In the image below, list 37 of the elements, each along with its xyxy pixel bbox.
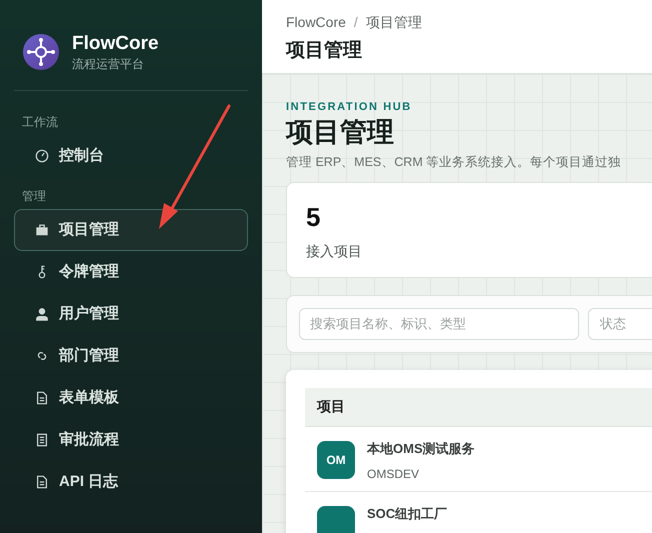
project-name[interactable]: 本地OMS测试服务	[367, 440, 475, 457]
brand-subtitle: 流程运营平台	[72, 56, 145, 72]
project-name[interactable]: SOC纽扣工厂	[367, 506, 448, 522]
nav-item[interactable]: 部门管理	[14, 335, 248, 377]
page-description: 管理 ERP、MES、CRM 等业务系统接入。每个项目通过独	[286, 154, 622, 171]
section-title: 工作流	[21, 114, 59, 131]
breadcrumb-link[interactable]: FlowCore	[286, 12, 346, 33]
logo-icon	[23, 34, 59, 70]
brand-name: FlowCore	[72, 32, 159, 56]
nav-item[interactable]: 表单模板	[14, 377, 248, 419]
stat-label: 接入项目	[306, 242, 363, 261]
list-icon	[35, 433, 49, 447]
document-icon	[35, 391, 49, 405]
nav-item[interactable]: 项目管理	[14, 209, 248, 251]
stat-value: 5	[306, 200, 322, 233]
project-avatar: OM	[317, 440, 355, 479]
briefcase-icon	[35, 223, 49, 237]
header-title: 项目管理	[286, 39, 363, 63]
section-title: 管理	[21, 188, 47, 205]
nav-item[interactable]: 令牌管理	[14, 251, 248, 293]
breadcrumb-current: 项目管理	[366, 13, 422, 32]
project-code: OMSDEV	[367, 466, 420, 483]
nav-item[interactable]: 控制台	[14, 135, 248, 177]
search-field[interactable]: 搜索项目名称、标识、类型	[299, 308, 579, 340]
document-icon	[35, 475, 49, 489]
user-icon	[35, 307, 49, 321]
column-header: 项目	[317, 397, 345, 416]
page-title: 项目管理	[286, 116, 395, 149]
project-avatar	[317, 506, 355, 533]
nav-item[interactable]: API 日志	[14, 461, 248, 503]
nav-item[interactable]: 用户管理	[14, 293, 248, 335]
status-field[interactable]: 状态	[588, 308, 652, 340]
link-icon	[35, 349, 49, 363]
eyebrow-label: INTEGRATION HUB	[286, 100, 413, 114]
breadcrumb-separator: /	[354, 13, 358, 32]
nav-item[interactable]: 审批流程	[14, 419, 248, 461]
gauge-icon	[35, 149, 49, 163]
